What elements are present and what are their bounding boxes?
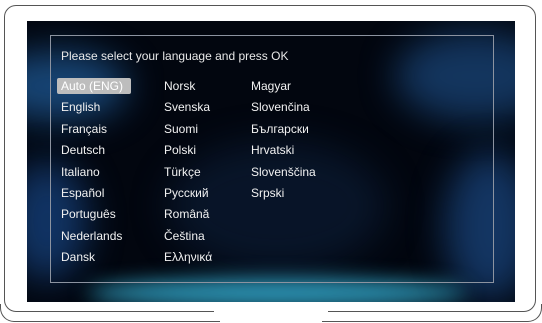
language-option[interactable]: Português — [61, 206, 116, 222]
tv-stand-right — [322, 304, 542, 322]
language-selection-dialog: Please select your language and press OK… — [50, 35, 494, 283]
tv-screen: Please select your language and press OK… — [27, 21, 515, 302]
language-option[interactable]: Polski — [164, 142, 196, 158]
tv-stand-gap — [214, 304, 328, 318]
language-option[interactable]: Русский — [164, 185, 209, 201]
language-option[interactable]: Español — [61, 185, 104, 201]
language-option[interactable]: Hrvatski — [251, 142, 294, 158]
language-option[interactable]: Svenska — [164, 99, 210, 115]
language-option[interactable]: Nederlands — [61, 228, 122, 244]
language-option[interactable]: Norsk — [164, 78, 195, 94]
language-option[interactable]: Български — [251, 121, 309, 137]
language-option[interactable]: English — [61, 99, 100, 115]
language-option[interactable]: Srpski — [251, 185, 284, 201]
language-option[interactable]: Suomi — [164, 121, 198, 137]
language-option[interactable]: Deutsch — [61, 142, 105, 158]
language-option[interactable]: Dansk — [61, 249, 95, 265]
language-option[interactable]: Čeština — [164, 228, 205, 244]
dialog-prompt: Please select your language and press OK — [61, 49, 289, 63]
language-option[interactable]: Türkçe — [164, 164, 201, 180]
language-option-selected[interactable]: Auto (ENG) — [57, 78, 132, 94]
language-option[interactable]: Ελληνικά — [164, 249, 212, 265]
language-option[interactable]: Slovenščina — [251, 164, 316, 180]
tv-stand-left — [0, 304, 220, 322]
language-option[interactable]: Slovenčina — [251, 99, 310, 115]
language-option[interactable]: Italiano — [61, 164, 100, 180]
language-option[interactable]: Magyar — [251, 78, 291, 94]
language-option[interactable]: Română — [164, 206, 209, 222]
language-option[interactable]: Français — [61, 121, 107, 137]
